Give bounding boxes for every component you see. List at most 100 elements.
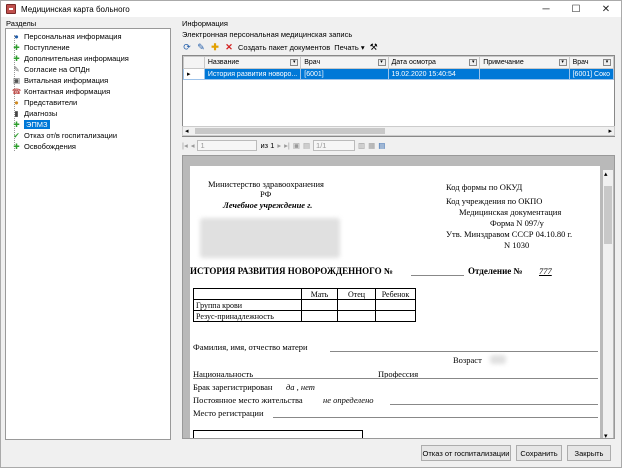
tree-item[interactable]: ● Представители (12, 97, 170, 108)
mother-name-label: Фамилия, имя, отчество матери (193, 342, 308, 352)
scroll-right-icon[interactable]: ▸ (608, 127, 612, 135)
info-label: Информация (182, 19, 228, 28)
blood-header-empty (193, 288, 302, 300)
row-header (183, 56, 205, 69)
grid-horizontal-scrollbar[interactable]: ◂ ▸ (182, 126, 615, 136)
col-date-label: Дата осмотра (391, 59, 436, 66)
print-dropdown[interactable]: Печать ▾ (334, 43, 364, 52)
institution: Лечебное учреждение г. (223, 200, 313, 210)
monitor-icon: ▣ (12, 76, 21, 85)
table-row[interactable]: ▸ История развития новоро... [6001] 19.0… (183, 68, 615, 80)
scroll-left-icon[interactable]: ◂ (185, 127, 189, 135)
redacted-age (490, 355, 506, 364)
tree-item-label: Освобождения (24, 142, 76, 151)
refusal-button[interactable]: Отказ от госпитализации (421, 445, 511, 461)
filter-icon[interactable]: ▾ (603, 59, 611, 66)
green-plus-icon: ✚ (13, 142, 20, 151)
scroll-thumb[interactable] (604, 186, 612, 244)
document-page: Министерство здравоохранения РФ Лечебное… (190, 166, 600, 438)
cell-note[interactable] (479, 68, 570, 80)
filter-icon[interactable]: ▾ (377, 59, 386, 66)
tree-item[interactable]: ▮ Диагнозы (12, 108, 170, 119)
records-grid[interactable]: Название ▾ Врач ▾ Дата осмотра ▾ Примечание… (182, 55, 615, 137)
print-preview-icon[interactable]: ▤ (303, 141, 310, 150)
ministry-line2: РФ (260, 189, 272, 199)
page-input[interactable]: 1 (197, 139, 258, 151)
dropdown-arrow-icon: ▾ (360, 42, 365, 52)
col-date[interactable]: Дата осмотра ▾ (387, 56, 481, 69)
mother-name-line (330, 351, 598, 352)
col-name[interactable]: Название ▾ (203, 56, 302, 69)
filter-icon[interactable]: ▾ (469, 59, 478, 66)
last-page-icon[interactable]: ▸| (284, 141, 290, 150)
cell-doctor[interactable]: [6001] (300, 68, 389, 80)
tree-item-label: Диагнозы (24, 109, 58, 118)
okpo-label: Код учреждения по ОКПО (446, 196, 543, 206)
preview-vertical-scrollbar[interactable]: ▴ ▾ (603, 170, 613, 438)
tree-item[interactable]: ✚ ЭПМЗ (12, 119, 170, 130)
document-preview[interactable]: Министерство здравоохранения РФ Лечебное… (182, 155, 615, 439)
zoom-box[interactable]: 1/1 (313, 139, 356, 151)
col-doctor-label: Врач (304, 59, 321, 66)
refresh-icon[interactable]: ⟳ (182, 42, 192, 52)
tree-item[interactable]: ▣ Витальная информация (12, 75, 170, 86)
col-note[interactable]: Примечание ▾ (479, 56, 570, 69)
cell-name[interactable]: История развития новоро... (203, 68, 302, 80)
tree-item-label: Витальная информация (24, 76, 109, 85)
next-table (193, 430, 363, 438)
scroll-up-icon[interactable]: ▴ (604, 170, 608, 178)
col-doctor2[interactable]: Врач ▾ (568, 56, 615, 69)
form-label: Форма N 097/у (490, 218, 544, 228)
green-plus-icon: ✚ (13, 120, 20, 129)
col-note-label: Примечание (483, 59, 524, 66)
window-title: Медицинская карта больного (21, 4, 130, 14)
save-button[interactable]: Сохранить (516, 445, 562, 461)
check-icon: ✔ (13, 131, 20, 140)
layout-icon[interactable]: ▤ (378, 141, 385, 150)
export-icon[interactable]: ▥ (358, 141, 365, 150)
settings-icon[interactable]: ⚒ (369, 42, 379, 52)
tree-item-label: Контактная информация (24, 87, 111, 96)
tree-item[interactable]: ✚ Дополнительная информация (12, 53, 170, 64)
dept-label: Отделение № (468, 266, 523, 276)
tree-item[interactable]: ✔ Отказ от/в госпитализации (12, 130, 170, 141)
book-icon: ▮ (14, 109, 19, 118)
scroll-down-icon[interactable]: ▾ (604, 432, 608, 438)
approved-label: Утв. Минздравом СССР 04.10.80 г. (446, 229, 573, 239)
close-button[interactable]: Закрыть (567, 445, 611, 461)
tree-item-label: Отказ от/в госпитализации (24, 131, 118, 140)
tree-item-label: ЭПМЗ (24, 120, 50, 129)
minimize-button[interactable]: ─ (531, 1, 561, 17)
scroll-thumb[interactable] (195, 128, 385, 134)
close-window-button[interactable]: ✕ (591, 1, 621, 17)
pen-icon: ✎ (13, 65, 20, 74)
sections-tree[interactable]: ● Персональная информация ✚ Поступление ✚ Доп… (5, 28, 171, 440)
record-label: Электронная персональная медицинская зап… (182, 30, 353, 39)
contact-icon: ☎ (11, 87, 22, 96)
sections-label: Разделы (6, 19, 37, 28)
tree-item[interactable]: ✚ Освобождения (12, 141, 170, 152)
blood-header-mother: Мать (301, 288, 338, 300)
tree-item[interactable]: ☎ Контактная информация (12, 86, 170, 97)
first-page-icon[interactable]: |◂ (182, 141, 188, 150)
tree-item[interactable]: ✚ Поступление (12, 42, 170, 53)
save-report-icon[interactable]: ▦ (368, 141, 375, 150)
tree-item[interactable]: ● Персональная информация (12, 31, 170, 42)
create-package-button[interactable]: Создать пакет документов (238, 43, 330, 52)
edit-icon[interactable]: ✎ (196, 42, 206, 52)
cell-doctor2[interactable]: [6001] Соко (568, 68, 615, 80)
maximize-button[interactable]: ☐ (561, 1, 591, 17)
filter-icon[interactable]: ▾ (290, 59, 299, 66)
delete-icon[interactable]: ✕ (224, 42, 234, 52)
add-icon[interactable]: ✚ (210, 42, 220, 52)
document-heading: ИСТОРИЯ РАЗВИТИЯ НОВОРОЖДЕННОГО № (190, 266, 393, 276)
tree-item[interactable]: ✎ Согласие на ОПДн (12, 64, 170, 75)
residence-value: не определено (323, 395, 374, 405)
next-page-icon[interactable]: ▸ (277, 141, 281, 150)
col-doctor[interactable]: Врач ▾ (300, 56, 389, 69)
prev-page-icon[interactable]: ◂ (191, 141, 195, 150)
col-doctor2-label: Врач (572, 59, 589, 66)
cell-date[interactable]: 19.02.2020 15:40:54 (387, 68, 481, 80)
filter-icon[interactable]: ▾ (558, 59, 567, 66)
stop-icon[interactable]: ▣ (293, 141, 300, 150)
